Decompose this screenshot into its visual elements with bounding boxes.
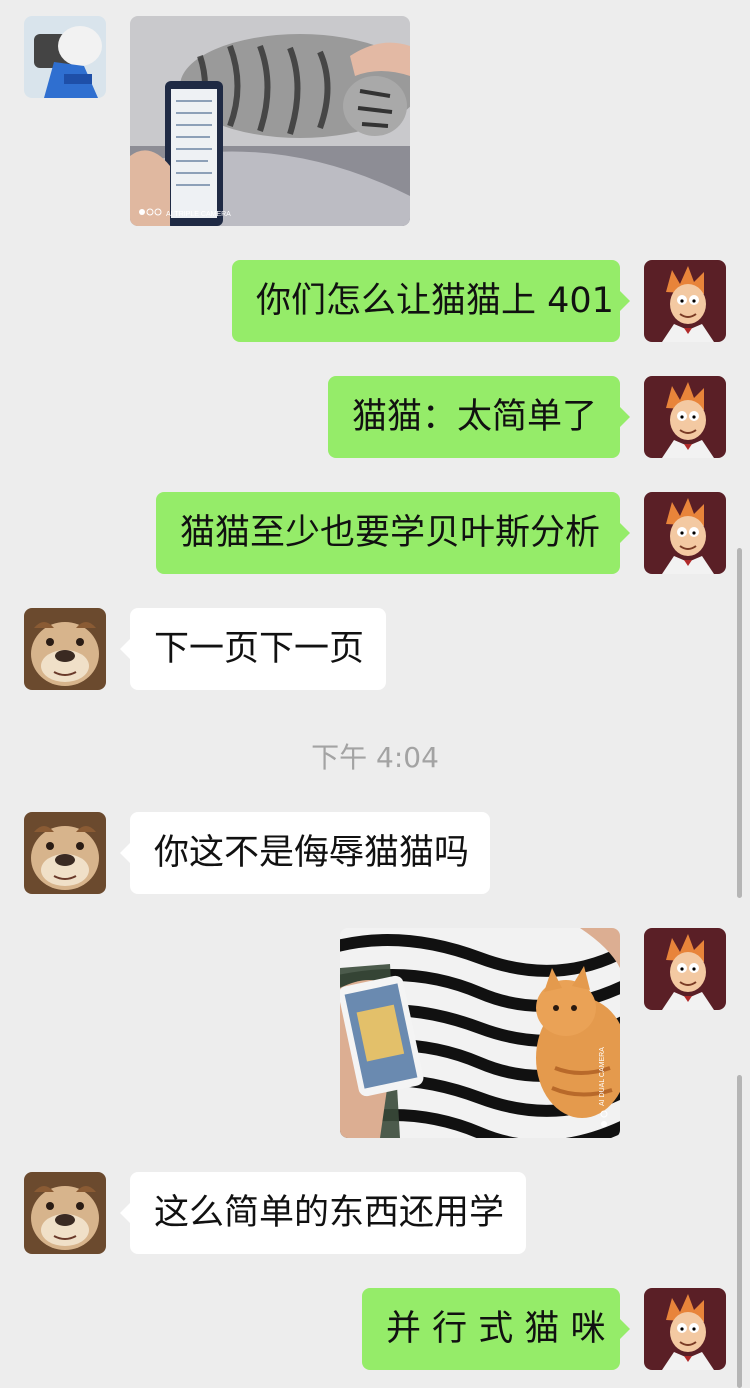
message-bubble-outgoing[interactable]: 你们怎么让猫猫上 401 [232,260,630,342]
message-text: 并 行 式 猫 咪 [386,1309,606,1349]
chat-timestamp: 下午 4:04 [311,741,439,774]
message-text: 这么简单的东西还用学 [154,1193,505,1233]
message-bubble-incoming[interactable]: 下一页下一页 [120,608,386,690]
self-avatar[interactable] [644,928,726,1010]
dog-avatar[interactable] [24,812,106,894]
message-text: 你们怎么让猫猫上 401 [256,281,614,321]
self-avatar[interactable] [644,376,726,458]
message-bubble-incoming[interactable]: 你这不是侮辱猫猫吗 [120,812,490,894]
message-text: 猫猫至少也要学贝叶斯分析 [180,513,601,553]
dog-avatar[interactable] [24,608,106,690]
chat-view: AI TRIPLE CAMERA 你们怎么让猫猫上 401 猫猫：太简单了 猫猫… [0,0,750,1388]
message-text: 你这不是侮辱猫猫吗 [154,833,470,873]
message-bubble-incoming[interactable]: 这么简单的东西还用学 [120,1172,526,1254]
dog-avatar[interactable] [24,1172,106,1254]
message-bubble-outgoing[interactable]: 猫猫至少也要学贝叶斯分析 [156,492,630,574]
photo-1-watermark: AI TRIPLE CAMERA [166,211,231,218]
photo-2-watermark: AI DUAL CAMERA [599,1047,606,1106]
message-text: 猫猫：太简单了 [352,397,598,437]
self-avatar[interactable] [644,260,726,342]
scrollbar-secondary[interactable] [737,1075,742,1388]
cat-photo[interactable]: AI TRIPLE CAMERA [130,16,410,226]
message-bubble-outgoing[interactable]: 猫猫：太简单了 [328,376,630,458]
message-text: 下一页下一页 [154,629,365,669]
self-avatar[interactable] [644,1288,726,1370]
scrollbar[interactable] [737,548,742,898]
kitten-photo[interactable]: AI DUAL CAMERA [340,928,620,1138]
friend-avatar[interactable] [24,16,106,98]
message-bubble-outgoing[interactable]: 并 行 式 猫 咪 [362,1288,630,1370]
self-avatar[interactable] [644,492,726,574]
